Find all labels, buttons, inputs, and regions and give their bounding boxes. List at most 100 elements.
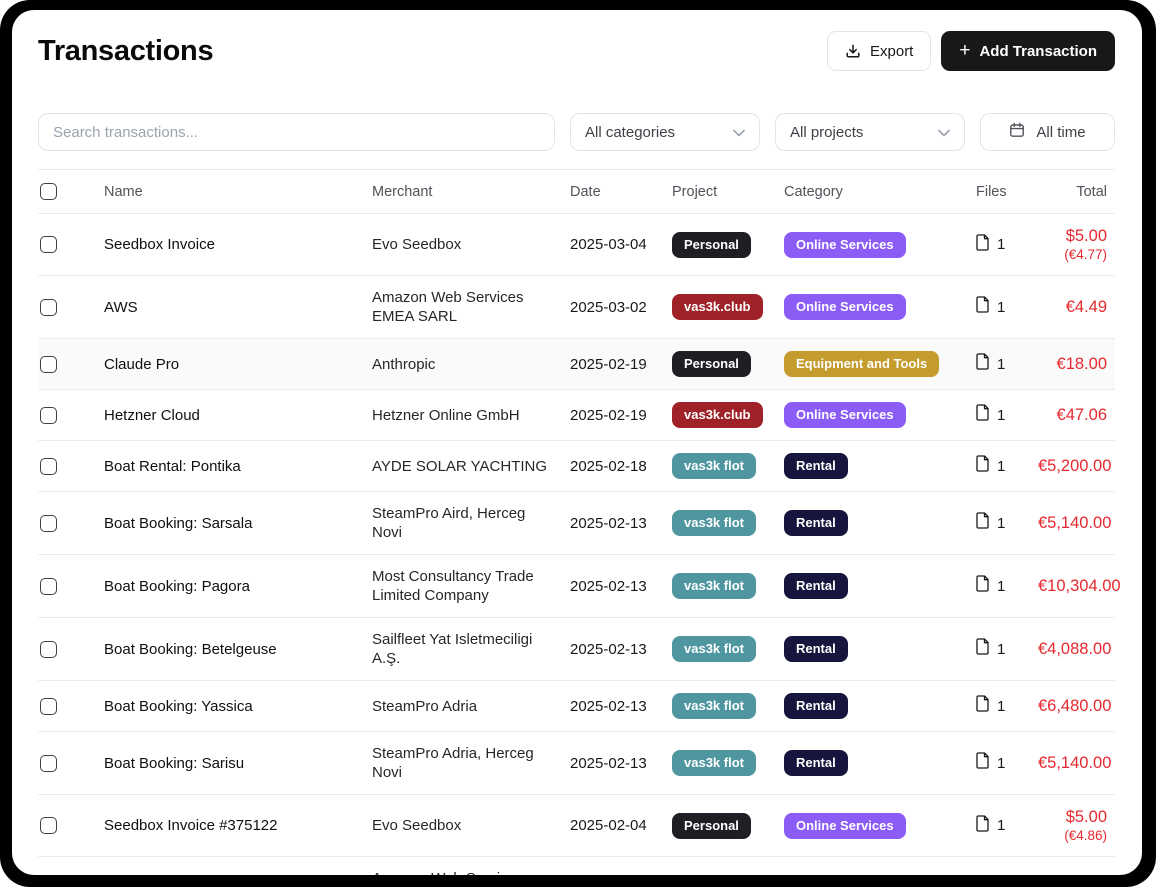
transaction-name: Boat Booking: Sarisu <box>96 732 364 795</box>
row-checkbox[interactable] <box>40 817 57 834</box>
row-checkbox[interactable] <box>40 515 57 532</box>
file-icon <box>976 752 990 774</box>
transaction-total-cell: €4.49 <box>1030 276 1115 339</box>
transaction-merchant: Hetzner Online GmbH <box>364 390 562 441</box>
transaction-category-cell: Rental <box>776 681 968 732</box>
transaction-project-cell: vas3k flot <box>664 441 776 492</box>
column-header-name: Name <box>96 170 364 214</box>
table-row[interactable]: Boat Booking: SarsalaSteamPro Aird, Herc… <box>38 492 1115 555</box>
select-all-checkbox[interactable] <box>40 183 57 200</box>
transaction-name: Boat Booking: Pagora <box>96 555 364 618</box>
export-button-label: Export <box>870 43 913 60</box>
file-icon <box>976 638 990 660</box>
transaction-category-cell: Online Services <box>776 857 968 876</box>
category-badge: Online Services <box>784 294 906 320</box>
transaction-project-cell: vas3k flot <box>664 618 776 681</box>
transaction-total-cell: $5.00(€4.77) <box>1030 214 1115 276</box>
project-badge: Personal <box>672 813 751 839</box>
filter-bar: All categories All projects All time <box>38 113 1115 151</box>
table-row[interactable]: Hetzner CloudHetzner Online GmbH2025-02-… <box>38 390 1115 441</box>
file-count: 1 <box>997 754 1005 773</box>
table-row[interactable]: Seedbox Invoice #375122Evo Seedbox2025-0… <box>38 795 1115 857</box>
date-range-filter[interactable]: All time <box>980 113 1115 151</box>
row-checkbox[interactable] <box>40 356 57 373</box>
column-header-total: Total <box>1030 170 1115 214</box>
file-icon <box>976 404 990 426</box>
row-checkbox[interactable] <box>40 641 57 658</box>
transaction-files-cell: 1 <box>968 214 1030 276</box>
transaction-name: Hetzner Cloud <box>96 390 364 441</box>
export-button[interactable]: Export <box>827 31 931 71</box>
row-checkbox[interactable] <box>40 407 57 424</box>
total-amount: €5,200.00 <box>1038 456 1107 476</box>
transaction-merchant: SteamPro Adria, Herceg Novi <box>364 732 562 795</box>
table-row[interactable]: AWSAmazon Web Services EMEA SARL2025-03-… <box>38 276 1115 339</box>
transaction-total-cell: €4.74 <box>1030 857 1115 876</box>
transaction-project-cell: Personal <box>664 795 776 857</box>
row-checkbox-cell <box>38 492 96 555</box>
transaction-total-cell: €4,088.00 <box>1030 618 1115 681</box>
transaction-total-cell: €5,140.00 <box>1030 492 1115 555</box>
table-header-row: NameMerchantDateProjectCategoryFilesTota… <box>38 170 1115 214</box>
table-row[interactable]: Boat Booking: BetelgeuseSailfleet Yat Is… <box>38 618 1115 681</box>
category-badge: Rental <box>784 636 848 662</box>
project-filter-dropdown[interactable]: All projects <box>775 113 965 151</box>
column-header-date: Date <box>562 170 664 214</box>
page-header: Transactions Export + Add Transaction <box>26 28 1127 74</box>
row-checkbox-cell <box>38 214 96 276</box>
table-row[interactable]: Boat Booking: SarisuSteamPro Adria, Herc… <box>38 732 1115 795</box>
transaction-name: Claude Pro <box>96 339 364 390</box>
transaction-files-cell: 1 <box>968 555 1030 618</box>
column-header-merchant: Merchant <box>364 170 562 214</box>
column-header-category: Category <box>776 170 968 214</box>
transactions-table: NameMerchantDateProjectCategoryFilesTota… <box>38 169 1115 875</box>
table-row[interactable]: Boat Rental: PontikaAYDE SOLAR YACHTING2… <box>38 441 1115 492</box>
row-checkbox[interactable] <box>40 458 57 475</box>
category-filter-dropdown[interactable]: All categories <box>570 113 760 151</box>
file-count: 1 <box>997 577 1005 596</box>
total-amount-converted: (€4.86) <box>1038 827 1107 844</box>
transaction-merchant: Amazon Web Services EMEA SARL <box>364 857 562 876</box>
file-icon <box>976 815 990 837</box>
transaction-category-cell: Rental <box>776 441 968 492</box>
transaction-category-cell: Online Services <box>776 390 968 441</box>
table-row[interactable]: AWSAmazon Web Services EMEA SARL2025-02-… <box>38 857 1115 876</box>
table-row[interactable]: Seedbox InvoiceEvo Seedbox2025-03-04Pers… <box>38 214 1115 276</box>
project-filter-value: All projects <box>790 124 863 141</box>
row-checkbox[interactable] <box>40 698 57 715</box>
transaction-date: 2025-02-13 <box>562 492 664 555</box>
transaction-merchant: Sailfleet Yat Isletmeciligi A.Ş. <box>364 618 562 681</box>
table-row[interactable]: Claude ProAnthropic2025-02-19PersonalEqu… <box>38 339 1115 390</box>
row-checkbox[interactable] <box>40 578 57 595</box>
transaction-date: 2025-02-02 <box>562 857 664 876</box>
search-input[interactable] <box>38 113 555 151</box>
add-transaction-button[interactable]: + Add Transaction <box>941 31 1115 71</box>
file-count: 1 <box>997 406 1005 425</box>
row-checkbox[interactable] <box>40 236 57 253</box>
transaction-merchant: Most Consultancy Trade Limited Company <box>364 555 562 618</box>
transaction-files-cell: 1 <box>968 618 1030 681</box>
file-icon <box>976 353 990 375</box>
row-checkbox[interactable] <box>40 755 57 772</box>
chevron-down-icon <box>938 124 950 141</box>
transaction-date: 2025-02-13 <box>562 732 664 795</box>
transaction-merchant: Anthropic <box>364 339 562 390</box>
transaction-name: Boat Booking: Yassica <box>96 681 364 732</box>
row-checkbox[interactable] <box>40 299 57 316</box>
category-filter-value: All categories <box>585 124 675 141</box>
transaction-merchant: Evo Seedbox <box>364 795 562 857</box>
transaction-date: 2025-03-04 <box>562 214 664 276</box>
calendar-icon <box>1009 122 1025 142</box>
total-amount: €5,140.00 <box>1038 753 1107 773</box>
transaction-total-cell: $5.00(€4.86) <box>1030 795 1115 857</box>
transaction-project-cell: vas3k.club <box>664 276 776 339</box>
table-row[interactable]: Boat Booking: YassicaSteamPro Adria2025-… <box>38 681 1115 732</box>
transaction-project-cell: vas3k.club <box>664 390 776 441</box>
transaction-merchant: Evo Seedbox <box>364 214 562 276</box>
total-amount-converted: (€4.77) <box>1038 246 1107 263</box>
category-badge: Equipment and Tools <box>784 351 939 377</box>
table-row[interactable]: Boat Booking: PagoraMost Consultancy Tra… <box>38 555 1115 618</box>
transaction-project-cell: Personal <box>664 214 776 276</box>
transaction-name: Seedbox Invoice #375122 <box>96 795 364 857</box>
total-amount: €5,140.00 <box>1038 513 1107 533</box>
